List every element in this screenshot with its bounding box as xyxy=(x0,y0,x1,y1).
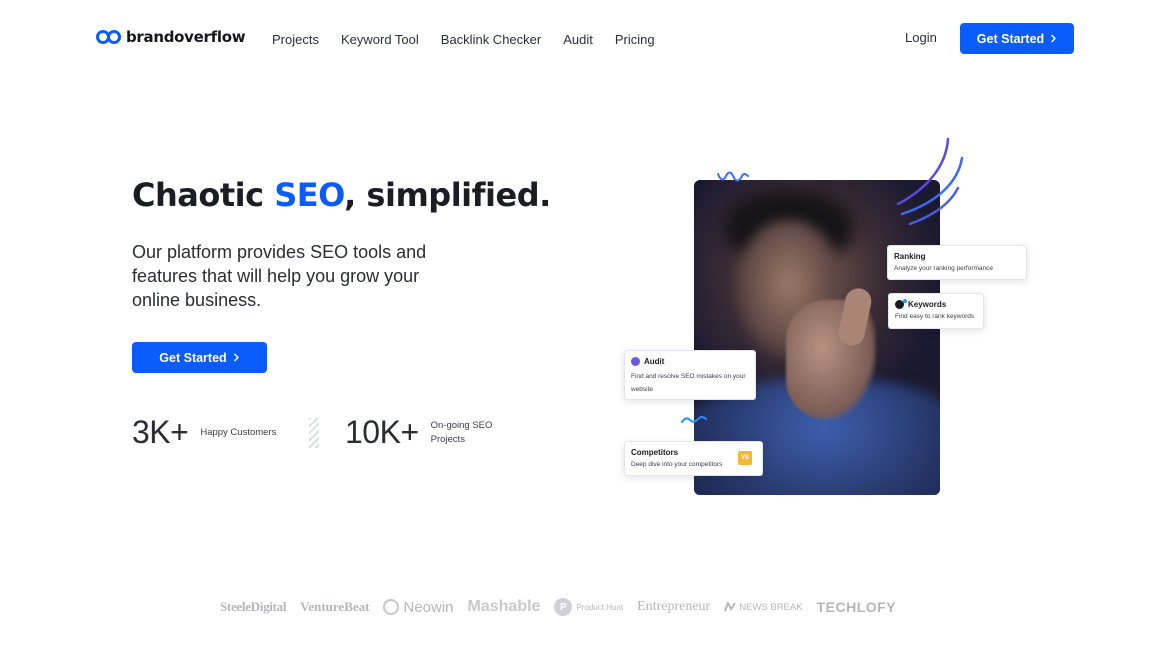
brand-name: brandoverflow xyxy=(126,28,246,46)
login-link[interactable]: Login xyxy=(905,30,937,45)
hero-get-started-button[interactable]: Get Started xyxy=(132,342,267,373)
nav-get-started-label: Get Started xyxy=(976,31,1045,46)
card-title-row: Audit xyxy=(631,357,749,366)
press-logos: SteeleDigital VentureBeat Neowin Mashabl… xyxy=(220,598,896,616)
infinity-logo-icon xyxy=(96,30,122,44)
logo-venturebeat: VentureBeat xyxy=(300,599,370,614)
stat-value: 10K+ xyxy=(345,414,419,450)
hero-get-started-label: Get Started xyxy=(159,350,227,365)
logo-news-break-text: NEWS BREAK xyxy=(739,601,803,613)
feature-card-keywords: Keywords Find easy to rank keywords xyxy=(888,293,984,329)
nav-link-keyword-tool[interactable]: Keyword Tool xyxy=(341,32,419,47)
logo-news-break: NEWS BREAK xyxy=(724,601,803,613)
feature-card-audit: Audit Find and resolve SEO mistakes on y… xyxy=(624,350,756,400)
main-menu: Projects Keyword Tool Backlink Checker A… xyxy=(272,32,655,47)
logo-entrepreneur: Entrepreneur xyxy=(637,599,711,614)
logo-product-hunt-text: Product Hunt xyxy=(576,602,624,612)
neowin-icon xyxy=(383,599,400,615)
feature-card-competitors: Competitors Deep dive into your competit… xyxy=(624,441,763,476)
top-navigation: brandoverflow Projects Keyword Tool Back… xyxy=(0,0,1170,78)
stat-happy-customers: 3K+ Happy Customers xyxy=(132,414,280,451)
news-break-icon xyxy=(724,602,737,612)
award-icon xyxy=(631,357,640,366)
logo-mashable: Mashable xyxy=(467,598,541,615)
keyword-icon xyxy=(895,299,907,309)
card-description: Find and resolve SEO mistakes on your we… xyxy=(631,373,746,393)
chevron-right-icon xyxy=(233,353,239,362)
nav-link-pricing[interactable]: Pricing xyxy=(615,32,655,47)
hero-title-pre: Chaotic xyxy=(132,176,275,214)
squiggle-icon xyxy=(717,171,749,182)
card-title: Keywords xyxy=(908,300,947,309)
nav-link-audit[interactable]: Audit xyxy=(563,32,593,47)
stat-label: Happy Customers xyxy=(200,426,277,438)
card-title-row: Keywords xyxy=(895,299,977,309)
logo-steeledigital: SteeleDigital xyxy=(220,599,287,614)
stat-divider xyxy=(309,418,319,448)
stat-seo-projects: 10K+ On-going SEO Projects xyxy=(345,414,511,451)
hero-title: Chaotic SEO, simplified. xyxy=(132,176,551,214)
hero-subtitle: Our platform provides SEO tools and feat… xyxy=(132,242,427,310)
logo-neowin-text: Neowin xyxy=(403,598,454,616)
stat-value: 3K+ xyxy=(132,414,189,450)
chevron-right-icon xyxy=(1051,34,1057,43)
hero-title-highlight: SEO xyxy=(274,176,345,214)
nav-link-projects[interactable]: Projects xyxy=(272,32,319,47)
logo-neowin: Neowin xyxy=(383,598,454,616)
card-title: Audit xyxy=(644,357,665,366)
versus-badge-icon: VS xyxy=(738,451,752,465)
feature-card-ranking: Ranking Analyze your ranking performance xyxy=(887,245,1027,280)
card-description: Find easy to rank keywords xyxy=(895,313,975,320)
nav-get-started-button[interactable]: Get Started xyxy=(960,23,1074,54)
hero-title-post: , simplified. xyxy=(344,176,551,214)
card-title: Ranking xyxy=(894,252,926,261)
card-description: Analyze your ranking performance xyxy=(894,265,993,272)
product-hunt-icon: P xyxy=(554,598,573,616)
squiggle-icon xyxy=(681,416,707,423)
logo-product-hunt: P Product Hunt xyxy=(554,598,623,616)
decorative-arcs-icon xyxy=(896,137,964,226)
logo-techlofy: TECHLOFY xyxy=(816,599,897,615)
stat-label: On-going SEO Projects xyxy=(430,419,493,445)
brand-logo[interactable]: brandoverflow xyxy=(96,28,246,46)
nav-link-backlink-checker[interactable]: Backlink Checker xyxy=(441,32,541,47)
